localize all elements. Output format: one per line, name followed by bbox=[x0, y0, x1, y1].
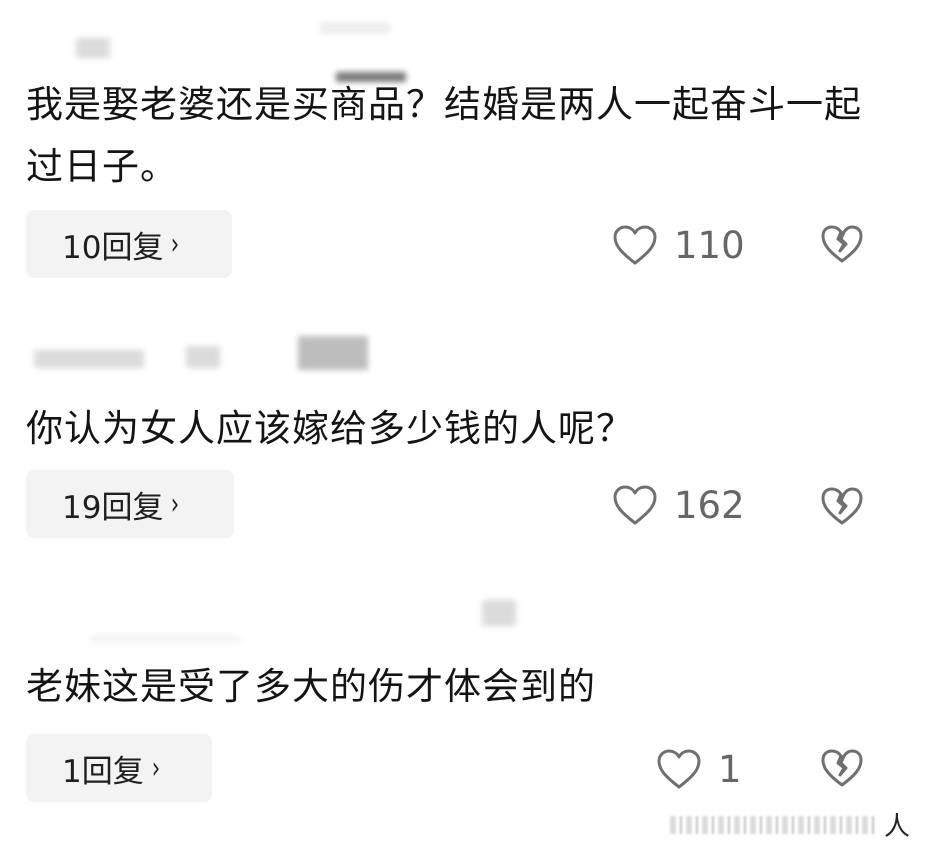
like-button[interactable]: 110 bbox=[612, 220, 745, 270]
watermark-char: 人 bbox=[884, 812, 911, 842]
heart-outline-icon bbox=[657, 749, 701, 789]
chevron-right-icon: › bbox=[151, 750, 160, 786]
replies-label: 1回复 bbox=[62, 753, 144, 790]
broken-heart-icon[interactable] bbox=[820, 748, 864, 788]
replies-label: 19回复 bbox=[62, 489, 164, 526]
like-count: 162 bbox=[674, 483, 745, 527]
blurred-username bbox=[482, 600, 516, 626]
like-count: 1 bbox=[718, 747, 742, 791]
heart-outline-icon bbox=[613, 225, 657, 265]
broken-heart-icon[interactable] bbox=[820, 224, 864, 264]
replies-button[interactable]: 1回复 › bbox=[26, 734, 212, 802]
blurred-username bbox=[34, 350, 144, 368]
heart-outline-icon bbox=[613, 485, 657, 525]
comment-text: 我是娶老婆还是买商品？结婚是两人一起奋斗一起过日子。 bbox=[26, 83, 862, 188]
blurred-username bbox=[320, 22, 390, 34]
chevron-right-icon: › bbox=[171, 486, 180, 522]
comment-text: 你认为女人应该嫁给多少钱的人呢？ bbox=[26, 407, 634, 450]
like-button[interactable]: 162 bbox=[612, 480, 745, 530]
blurred-username bbox=[186, 346, 220, 368]
like-button[interactable]: 1 bbox=[656, 744, 742, 794]
blurred-username bbox=[90, 636, 240, 642]
replies-button[interactable]: 10回复 › bbox=[26, 210, 232, 278]
replies-label: 10回复 bbox=[62, 229, 164, 266]
chevron-right-icon: › bbox=[171, 226, 180, 262]
blurred-username bbox=[76, 38, 110, 58]
watermark-strip bbox=[670, 816, 876, 834]
replies-button[interactable]: 19回复 › bbox=[26, 470, 234, 538]
comment-text: 老妹这是受了多大的伤才体会到的 bbox=[26, 665, 596, 708]
like-count: 110 bbox=[674, 223, 745, 267]
blurred-username bbox=[298, 336, 368, 370]
broken-heart-icon[interactable] bbox=[820, 486, 864, 526]
